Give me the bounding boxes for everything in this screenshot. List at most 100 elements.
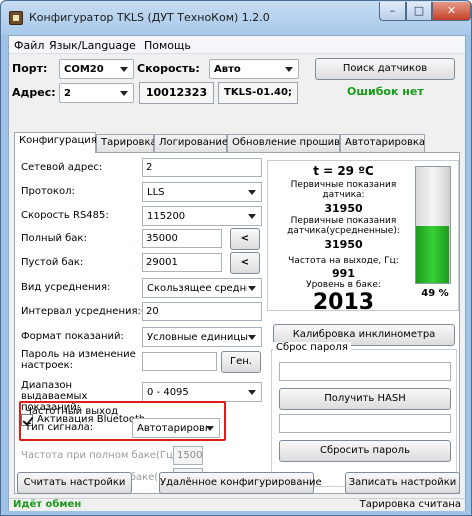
tank-level-value: 2013 xyxy=(312,290,375,315)
chevron-down-icon xyxy=(206,426,214,431)
network-address-input[interactable]: 2 xyxy=(142,158,262,177)
averaging-type-select[interactable]: Скользящее средне xyxy=(142,278,262,298)
set-empty-tank-label: < xyxy=(240,257,250,268)
primary-reading-value: 31950 xyxy=(324,202,363,215)
write-settings-label: Записать настройки xyxy=(348,477,457,488)
output-range-value: 0 - 4095 xyxy=(147,387,189,398)
signal-type-label: Тип сигнала: xyxy=(25,422,94,433)
remote-configuration-button[interactable]: Удалённое конфигурирование xyxy=(159,472,322,494)
tab-autocalibration[interactable]: Автотарировка xyxy=(340,134,425,152)
menu-bar: Файл Язык/Language Помощь xyxy=(9,36,465,54)
frequency-output-title: Частотный выход xyxy=(25,406,119,417)
menu-help[interactable]: Помощь xyxy=(144,39,191,52)
chevron-down-icon xyxy=(248,286,256,291)
full-tank-value: 35000 xyxy=(146,233,178,244)
tab-calibration[interactable]: Тарировка xyxy=(96,134,157,152)
hash-input-field[interactable] xyxy=(279,414,451,433)
speed-value: Авто xyxy=(214,64,241,75)
title-bar[interactable]: Конфигуратор TKLS (ДУТ ТехноКом) 1.2.0 –… xyxy=(1,1,471,35)
chevron-down-icon xyxy=(285,67,293,72)
chevron-down-icon xyxy=(248,335,256,340)
temperature-value: t = 29 ºC xyxy=(313,164,374,178)
port-label: Порт: xyxy=(12,62,48,75)
password-input[interactable] xyxy=(142,352,217,371)
minimize-button[interactable]: – xyxy=(379,2,406,21)
chevron-down-icon xyxy=(248,190,256,195)
reset-password-label: Сбросить пароль xyxy=(320,445,410,456)
speed-label: Скорость: xyxy=(137,62,200,75)
menu-file[interactable]: Файл xyxy=(14,39,44,52)
address-value: 2 xyxy=(64,88,71,99)
tab-logging[interactable]: Логирование xyxy=(154,134,228,152)
port-select[interactable]: COM20 xyxy=(59,59,134,79)
port-value: COM20 xyxy=(64,64,104,75)
freq-full-tank-label: Частота при полном баке(Гц): xyxy=(21,450,181,461)
network-address-value: 2 xyxy=(146,162,153,173)
chevron-down-icon xyxy=(248,390,256,395)
empty-tank-value: 29001 xyxy=(146,257,178,268)
get-hash-button[interactable]: Получить HASH xyxy=(279,388,451,410)
read-settings-button[interactable]: Считать настройки xyxy=(17,472,132,494)
reset-password-button[interactable]: Сбросить пароль xyxy=(279,440,451,462)
set-full-tank-button[interactable]: < xyxy=(230,228,260,250)
tab-configuration[interactable]: Конфигурация xyxy=(14,132,97,153)
password-reset-title: Сброс пароля xyxy=(273,342,351,353)
app-window: Конфигуратор TKLS (ДУТ ТехноКом) 1.2.0 –… xyxy=(0,0,472,516)
error-status: Ошибок нет xyxy=(347,85,424,98)
read-settings-label: Считать настройки xyxy=(23,477,126,488)
primary-reading-label: Первичные показания датчика: xyxy=(290,180,397,200)
averaging-interval-input[interactable]: 20 xyxy=(142,302,262,321)
client-area: Файл Язык/Language Помощь Порт: COM20 Ск… xyxy=(8,35,466,511)
close-button[interactable]: ✕ xyxy=(432,2,471,21)
signal-type-select[interactable]: Автотарировк xyxy=(132,418,220,438)
tank-level-gauge xyxy=(415,166,451,284)
window-title: Конфигуратор TKLS (ДУТ ТехноКом) 1.2.0 xyxy=(29,11,270,24)
set-full-tank-label: < xyxy=(240,233,250,244)
network-address-label: Сетевой адрес: xyxy=(21,162,103,173)
address-select[interactable]: 2 xyxy=(59,83,134,103)
reading-format-select[interactable]: Условные единицы xyxy=(142,327,262,347)
app-icon xyxy=(9,11,23,25)
speed-select[interactable]: Авто xyxy=(209,59,299,79)
menu-language[interactable]: Язык/Language xyxy=(49,39,136,52)
generate-password-label: Ген. xyxy=(230,356,252,367)
status-calibration: Тарировка считана xyxy=(359,499,461,510)
status-exchange: Идёт обмен xyxy=(13,499,82,510)
serial-number: 10012323 xyxy=(139,82,214,104)
address-label: Адрес: xyxy=(12,86,56,99)
full-tank-label: Полный бак: xyxy=(21,233,87,244)
freq-full-tank-input[interactable]: 1500 xyxy=(173,446,203,465)
write-settings-button[interactable]: Записать настройки xyxy=(345,472,460,494)
chevron-down-icon xyxy=(248,214,256,219)
get-hash-label: Получить HASH xyxy=(324,393,406,404)
protocol-select[interactable]: LLS xyxy=(142,182,262,202)
empty-tank-input[interactable]: 29001 xyxy=(142,253,222,272)
tab-firmware-update[interactable]: Обновление прошивки xyxy=(227,134,353,152)
averaging-type-label: Вид усреднения: xyxy=(21,282,111,293)
search-sensors-button[interactable]: Поиск датчиков xyxy=(315,58,455,80)
password-label: Пароль на изменение настроек: xyxy=(21,349,136,371)
generate-password-button[interactable]: Ген. xyxy=(221,351,261,373)
output-range-select[interactable]: 0 - 4095 xyxy=(142,382,262,402)
averaging-type-value: Скользящее средне xyxy=(147,283,247,294)
averaging-interval-label: Интервал усреднения:(c) xyxy=(21,306,155,317)
hash-output-field[interactable] xyxy=(279,362,451,381)
protocol-value: LLS xyxy=(147,187,165,198)
full-tank-input[interactable]: 35000 xyxy=(142,229,222,248)
primary-avg-label: Первичные показания датчика(усредненные)… xyxy=(287,216,400,236)
rs485-speed-value: 115200 xyxy=(147,211,186,222)
chevron-down-icon xyxy=(120,67,128,72)
set-empty-tank-button[interactable]: < xyxy=(230,252,260,274)
averaging-interval-value: 20 xyxy=(146,306,159,317)
remote-configuration-label: Удалённое конфигурирование xyxy=(160,477,322,488)
empty-tank-label: Пустой бак: xyxy=(21,257,84,268)
output-frequency-label: Частота на выходе, Гц: xyxy=(288,256,399,266)
reading-format-label: Формат показаний: xyxy=(21,331,124,342)
chevron-down-icon xyxy=(120,91,128,96)
maximize-button[interactable]: □ xyxy=(406,2,432,21)
rs485-speed-select[interactable]: 115200 xyxy=(142,206,262,226)
freq-full-tank-value: 1500 xyxy=(177,450,203,461)
output-frequency-value: 991 xyxy=(332,267,355,280)
tank-level-label: Уровень в баке: xyxy=(306,280,381,290)
tank-level-percent: 49 % xyxy=(421,288,449,299)
